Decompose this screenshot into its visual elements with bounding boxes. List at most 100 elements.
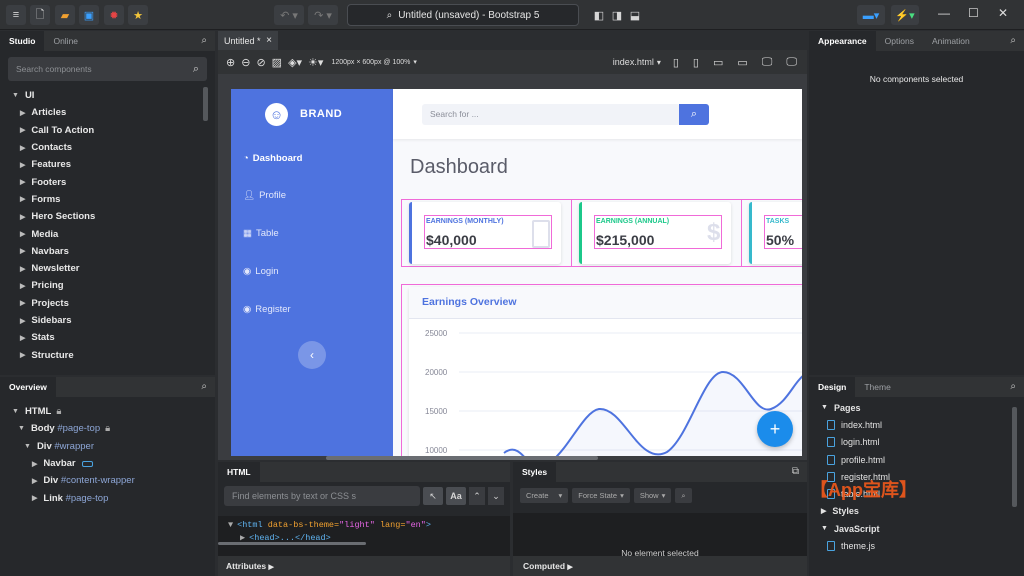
- section-styles[interactable]: ▶ Styles: [821, 503, 1024, 520]
- popout-icon[interactable]: ⧉: [792, 466, 799, 477]
- page-preview[interactable]: ☺ BRAND ◔ Dashboard 👤︎ Profile ▦ Table ◉ Log…: [231, 89, 802, 456]
- bottom-panel-toggle-icon[interactable]: ⬓: [625, 5, 645, 25]
- card-tasks[interactable]: TASKS 50%: [749, 202, 802, 264]
- tree-node-div[interactable]: ▼ Div #wrapper: [12, 438, 215, 455]
- file-select[interactable]: index.html: [613, 57, 654, 67]
- scrollbar[interactable]: [203, 87, 208, 121]
- scrollbar[interactable]: [1012, 407, 1017, 507]
- export-icon[interactable]: ⚡▾: [891, 5, 919, 25]
- redo-icon[interactable]: ↷ ▾: [308, 5, 338, 25]
- settings-icon[interactable]: ✹: [104, 5, 124, 25]
- search-icon[interactable]: ⌕: [201, 35, 207, 46]
- save-icon[interactable]: ▣: [79, 5, 99, 25]
- preview-search-button[interactable]: ⌕: [679, 104, 709, 125]
- pick-element-icon[interactable]: ↖: [423, 487, 443, 505]
- tab-theme[interactable]: Theme: [855, 377, 899, 397]
- preview-search-input[interactable]: Search for ...: [422, 104, 680, 125]
- minimize-icon[interactable]: —: [938, 6, 950, 20]
- left-panel-toggle-icon[interactable]: ◧: [589, 5, 609, 25]
- maximize-icon[interactable]: ☐: [968, 6, 979, 20]
- force-state-button[interactable]: Force State ▾: [572, 488, 630, 503]
- tab-online[interactable]: Online: [44, 31, 87, 51]
- tree-node-navbar[interactable]: ▶ Navbar: [12, 455, 215, 472]
- wide-desktop-icon[interactable]: 🖵︎: [786, 56, 797, 69]
- tree-node-html[interactable]: ▼ HTML 🔒︎: [12, 403, 215, 420]
- nav-dashboard[interactable]: ◔ Dashboard: [243, 153, 302, 164]
- list-item[interactable]: ▶ Forms: [12, 191, 215, 208]
- attributes-section[interactable]: Attributes ▶: [218, 556, 510, 576]
- brand-text[interactable]: BRAND: [300, 108, 342, 120]
- scrollbar-thumb[interactable]: [218, 542, 366, 545]
- nav-profile[interactable]: 👤︎ Profile: [243, 190, 286, 201]
- list-item[interactable]: ▶ Sidebars: [12, 312, 215, 329]
- page-item[interactable]: profile.html: [821, 451, 1024, 468]
- search-icon[interactable]: ⌕: [675, 488, 692, 503]
- tab-untitled[interactable]: Untitled * ×: [218, 31, 278, 50]
- tab-animation[interactable]: Animation: [923, 31, 979, 51]
- tab-html[interactable]: HTML: [218, 462, 260, 482]
- horizontal-scrollbar[interactable]: [218, 456, 807, 460]
- viewport-size[interactable]: 1200px × 600px @ 100%: [331, 59, 410, 66]
- page-item[interactable]: login.html: [821, 434, 1024, 451]
- list-item[interactable]: ▶ Contacts: [12, 139, 215, 156]
- code-line[interactable]: ▼ <html data-bs-theme="light" lang="en">: [228, 520, 500, 530]
- card-earnings-monthly[interactable]: EARNINGS (MONTHLY) $40,000: [409, 202, 561, 264]
- list-item[interactable]: ▶ Structure: [12, 346, 215, 363]
- undo-icon[interactable]: ↶ ▾: [274, 5, 304, 25]
- card-earnings-annual[interactable]: EARNINGS (ANNUAL) $215,000 $: [579, 202, 731, 264]
- list-item[interactable]: ▶ Hero Sections: [12, 208, 215, 225]
- tab-appearance[interactable]: Appearance: [809, 31, 876, 51]
- js-item[interactable]: theme.js: [821, 537, 1024, 554]
- star-icon[interactable]: ★: [128, 5, 148, 25]
- right-panel-toggle-icon[interactable]: ◨: [607, 5, 627, 25]
- tab-styles[interactable]: Styles: [513, 462, 557, 482]
- match-case-button[interactable]: Aa: [446, 487, 466, 505]
- layers-icon[interactable]: ◈▾: [288, 56, 302, 69]
- tree-node-link[interactable]: ▶ Link #page-top: [12, 489, 215, 506]
- list-item[interactable]: ▶ Projects: [12, 295, 215, 312]
- section-pages[interactable]: ▼ Pages: [821, 399, 1024, 416]
- tree-node-body[interactable]: ▼ Body #page-top 🔒︎: [12, 420, 215, 437]
- tree-root-ui[interactable]: ▼ UI: [12, 87, 215, 104]
- list-item[interactable]: ▶ Call To Action: [12, 122, 215, 139]
- tab-studio[interactable]: Studio: [0, 31, 45, 51]
- nav-register[interactable]: ◉ Register: [243, 304, 291, 315]
- search-icon[interactable]: ⌕: [1010, 35, 1016, 46]
- earnings-overview-card[interactable]: Earnings Overview 25000 20000 15000 1000…: [409, 287, 802, 456]
- computed-section[interactable]: Computed ▶: [513, 556, 807, 576]
- tab-options[interactable]: Options: [876, 31, 923, 51]
- list-item[interactable]: ▶ Footers: [12, 173, 215, 190]
- tab-overview[interactable]: Overview: [0, 377, 56, 397]
- nav-login[interactable]: ◉ Login: [243, 266, 279, 277]
- show-button[interactable]: Show ▾: [633, 488, 672, 503]
- tree-node-div[interactable]: ▶ Div #content-wrapper: [12, 472, 215, 489]
- disable-icon[interactable]: ⊘: [256, 56, 265, 69]
- nav-table[interactable]: ▦ Table: [243, 228, 279, 239]
- brightness-icon[interactable]: ☀▾: [308, 56, 323, 69]
- chevron-up-icon[interactable]: ⌃: [469, 487, 485, 505]
- scrollbar-thumb[interactable]: [326, 456, 598, 460]
- search-icon[interactable]: ⌕: [201, 381, 207, 392]
- search-components-input[interactable]: Search components ⌕: [8, 57, 207, 81]
- chevron-down-icon[interactable]: ⌄: [488, 487, 504, 505]
- tablet-icon[interactable]: ▭: [713, 56, 723, 69]
- list-item[interactable]: ▶ Pricing: [12, 277, 215, 294]
- list-item[interactable]: ▶ Features: [12, 156, 215, 173]
- menu-icon[interactable]: ≡: [6, 5, 26, 25]
- find-elements-input[interactable]: Find elements by text or CSS s: [224, 486, 420, 506]
- page-item[interactable]: index.html: [821, 416, 1024, 433]
- section-javascript[interactable]: ▼ JavaScript: [821, 520, 1024, 537]
- list-item[interactable]: ▶ Stats: [12, 329, 215, 346]
- create-button[interactable]: Create ▾: [520, 488, 569, 503]
- close-icon[interactable]: ×: [266, 35, 272, 46]
- project-title[interactable]: ⌕ Untitled (unsaved) - Bootstrap 5: [347, 4, 579, 26]
- laptop-icon[interactable]: ▭: [737, 56, 747, 69]
- close-window-icon[interactable]: ✕: [998, 6, 1008, 20]
- phone-icon[interactable]: ▯: [693, 56, 699, 69]
- list-item[interactable]: ▶ Newsletter: [12, 260, 215, 277]
- list-item[interactable]: ▶ Navbars: [12, 243, 215, 260]
- zoom-out-icon[interactable]: ⊖: [241, 56, 250, 69]
- list-item[interactable]: ▶ Media: [12, 225, 215, 242]
- new-file-icon[interactable]: 🗋: [30, 5, 50, 25]
- open-folder-icon[interactable]: ▰: [55, 5, 75, 25]
